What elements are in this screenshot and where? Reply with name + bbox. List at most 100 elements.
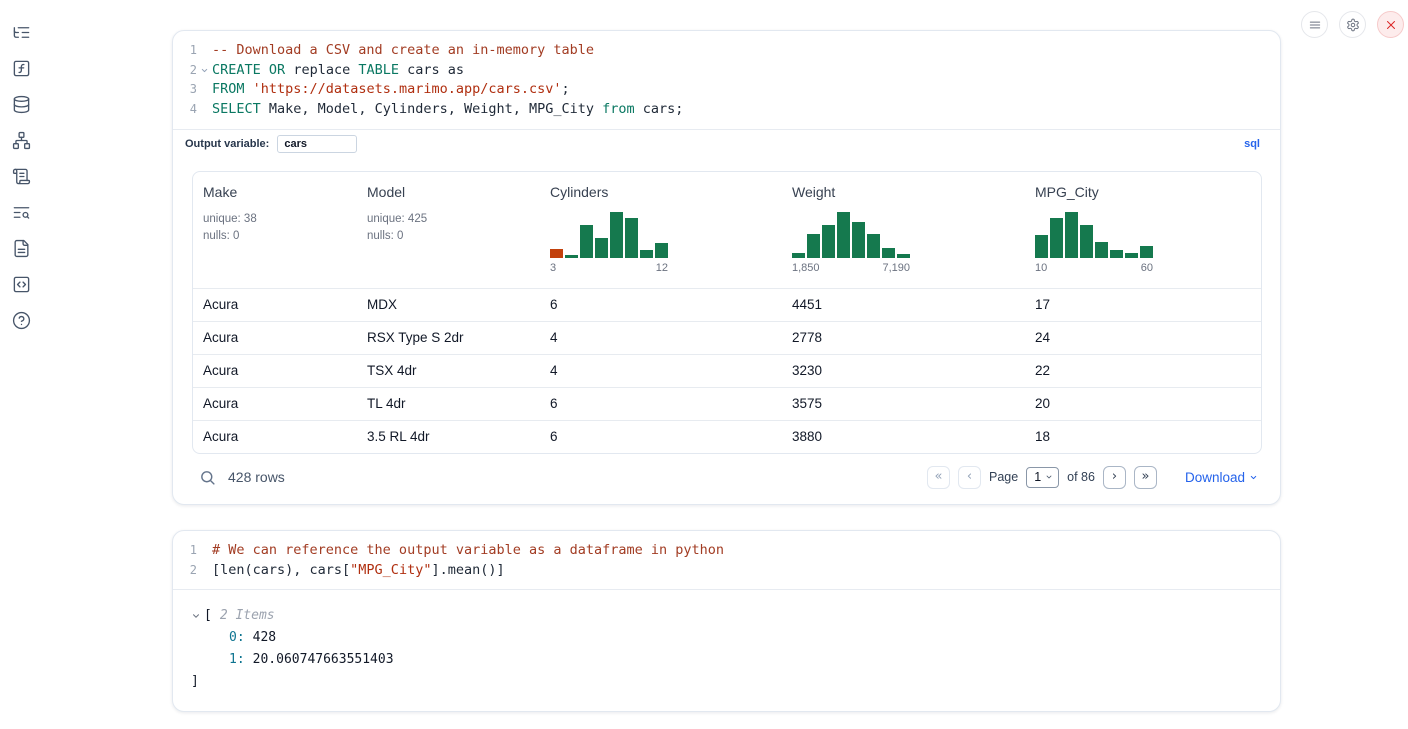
histogram-bar[interactable] <box>1125 253 1138 258</box>
table-cell: 22 <box>1025 363 1261 378</box>
python-code-editor[interactable]: 1 # We can reference the output variable … <box>173 531 1280 590</box>
table-cell: 3880 <box>782 429 1025 444</box>
histogram-bar[interactable] <box>1080 225 1093 258</box>
table-footer: 428 rows « ‹ Page 1 of 86 › » Download <box>173 454 1280 489</box>
first-page-button[interactable]: « <box>927 466 950 489</box>
next-page-button[interactable]: › <box>1103 466 1126 489</box>
table-header-row: Makeunique: 38nulls: 0Modelunique: 425nu… <box>193 172 1261 288</box>
code-line: 2 [len(cars), cars["MPG_City"].mean()] <box>173 561 1280 581</box>
row-count: 428 rows <box>228 469 285 485</box>
tree-entry: 1:20.060747663551403 <box>191 649 1280 671</box>
table-cell: 4 <box>540 363 782 378</box>
items-count-label: 2 Items <box>220 605 275 627</box>
histogram-axis-label: 10 <box>1035 262 1047 274</box>
output-variable-row: Output variable: sql <box>173 130 1280 157</box>
line-number: 1 <box>173 41 197 61</box>
line-number: 1 <box>173 541 197 561</box>
histogram-bar[interactable] <box>822 225 835 258</box>
code-text: [len(cars), cars["MPG_City"].mean()] <box>212 561 505 581</box>
code-line: 2 CREATE OR replace TABLE cars as <box>173 61 1280 81</box>
gear-icon <box>1346 18 1360 32</box>
table-header-cell: MPG_City1060 <box>1025 172 1261 288</box>
last-page-button[interactable]: » <box>1134 466 1157 489</box>
histogram-bar[interactable] <box>792 253 805 258</box>
code-text: -- Download a CSV and create an in-memor… <box>212 41 594 61</box>
table-cell: Acura <box>193 396 357 411</box>
table-cell: 3.5 RL 4dr <box>357 429 540 444</box>
line-number: 2 <box>173 561 197 581</box>
histogram-bar[interactable] <box>1065 212 1078 258</box>
column-header[interactable]: Weight <box>792 184 1015 200</box>
histogram-bar[interactable] <box>640 250 653 258</box>
snippets-icon[interactable] <box>8 271 34 297</box>
histogram-bar[interactable] <box>655 243 668 258</box>
histogram-bar[interactable] <box>852 222 865 258</box>
table-cell: 3575 <box>782 396 1025 411</box>
histogram-bar[interactable] <box>580 225 593 258</box>
notebook-menu-button[interactable] <box>1301 11 1328 38</box>
code-text: CREATE OR replace TABLE cars as <box>212 61 464 81</box>
table-cell: MDX <box>357 297 540 312</box>
line-number: 2 <box>173 61 197 81</box>
tree-entry-value: 428 <box>253 627 276 649</box>
table-cell: Acura <box>193 297 357 312</box>
shutdown-button[interactable] <box>1377 11 1404 38</box>
tree-root-line: [ 2 Items <box>191 605 1280 627</box>
histogram-bar[interactable] <box>565 255 578 258</box>
settings-button[interactable] <box>1339 11 1366 38</box>
code-line: 4SELECT Make, Model, Cylinders, Weight, … <box>173 100 1280 120</box>
histogram-axis-label: 12 <box>656 262 668 274</box>
output-variable-label: Output variable: <box>185 138 269 150</box>
variables-icon[interactable] <box>8 55 34 81</box>
table-row: AcuraTL 4dr6357520 <box>193 387 1261 420</box>
table-cell: 2778 <box>782 330 1025 345</box>
table-cell: 18 <box>1025 429 1261 444</box>
histogram-bar[interactable] <box>1140 246 1153 258</box>
collapse-chevron-icon[interactable] <box>191 611 204 621</box>
sql-code-editor[interactable]: 1 -- Download a CSV and create an in-memo… <box>173 31 1280 130</box>
scratchpad-icon[interactable] <box>8 163 34 189</box>
helper-panel-sidebar <box>0 0 42 333</box>
column-header[interactable]: MPG_City <box>1035 184 1251 200</box>
code-line: 1 -- Download a CSV and create an in-memo… <box>173 41 1280 61</box>
documentation-icon[interactable] <box>8 235 34 261</box>
column-header[interactable]: Make <box>203 184 347 200</box>
histogram-bar[interactable] <box>837 212 850 258</box>
prev-page-button[interactable]: ‹ <box>958 466 981 489</box>
page-total-label: of 86 <box>1067 470 1095 484</box>
dependency-graph-icon[interactable] <box>8 127 34 153</box>
histogram-bar[interactable] <box>1110 250 1123 258</box>
table-cell: Acura <box>193 363 357 378</box>
histogram-bar[interactable] <box>882 248 895 258</box>
histogram-bar[interactable] <box>610 212 623 258</box>
datasources-icon[interactable] <box>8 91 34 117</box>
column-header[interactable]: Cylinders <box>550 184 772 200</box>
page-select[interactable]: 1 <box>1026 467 1059 488</box>
histogram-bar[interactable] <box>1035 235 1048 258</box>
logs-icon[interactable] <box>8 199 34 225</box>
histogram-bar[interactable] <box>867 234 880 258</box>
histogram-bar[interactable] <box>595 238 608 258</box>
python-output-tree: [ 2 Items 0:4281:20.060747663551403 ] <box>173 590 1280 705</box>
table-cell: 3230 <box>782 363 1025 378</box>
search-button[interactable] <box>199 469 216 486</box>
histogram-bar[interactable] <box>550 249 563 258</box>
table-row: AcuraTSX 4dr4323022 <box>193 354 1261 387</box>
histogram-bar[interactable] <box>1050 218 1063 258</box>
help-icon[interactable] <box>8 307 34 333</box>
language-badge[interactable]: sql <box>1244 138 1260 150</box>
file-explorer-icon[interactable] <box>8 19 34 45</box>
histogram-bar[interactable] <box>1095 242 1108 258</box>
fold-chevron-icon[interactable] <box>197 61 212 81</box>
sql-cell: 1 -- Download a CSV and create an in-memo… <box>172 30 1281 505</box>
column-header[interactable]: Model <box>367 184 530 200</box>
histogram-bar[interactable] <box>807 234 820 258</box>
table-cell: RSX Type S 2dr <box>357 330 540 345</box>
histogram-bar[interactable] <box>625 218 638 258</box>
histogram-bar[interactable] <box>897 254 910 258</box>
download-button[interactable]: Download <box>1185 470 1258 485</box>
output-variable-input[interactable] <box>277 135 357 153</box>
table-row: AcuraMDX6445117 <box>193 288 1261 321</box>
code-text: # We can reference the output variable a… <box>212 541 724 561</box>
column-histogram: 312 <box>550 210 668 274</box>
